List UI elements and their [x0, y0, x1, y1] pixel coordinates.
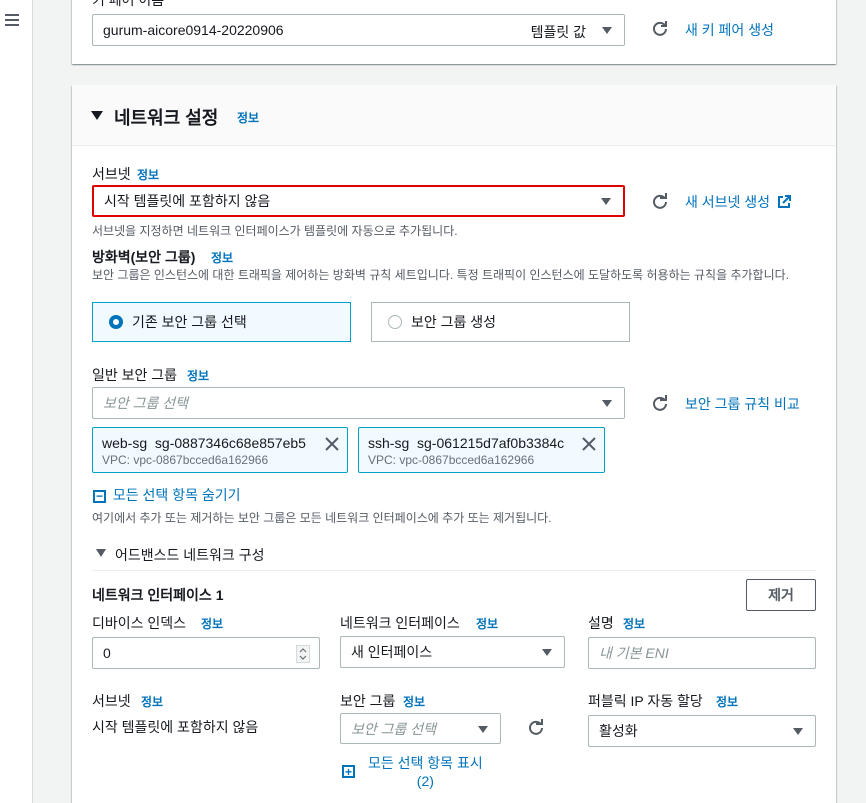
common-sg-info-link[interactable]: 정보: [187, 367, 209, 384]
common-sg-label: 일반 보안 그룹: [92, 367, 178, 383]
device-index-info-link[interactable]: 정보: [201, 615, 223, 632]
chevron-down-icon: [478, 726, 488, 733]
remove-button[interactable]: 제거: [746, 579, 816, 611]
keypair-select[interactable]: gurum-aicore0914-20220906 템플릿 값: [92, 14, 625, 46]
refresh-icon[interactable]: [651, 20, 669, 38]
sg-token-title: web-sg sg-0887346c68e857eb5: [102, 435, 306, 451]
description-info-link[interactable]: 정보: [623, 615, 645, 632]
eni-sg-select[interactable]: 보안 그룹 선택: [340, 713, 501, 744]
eni-sg-info-link[interactable]: 정보: [403, 693, 425, 710]
keypair-value: gurum-aicore0914-20220906: [103, 22, 284, 38]
chevron-down-icon: [601, 198, 611, 205]
existing-sg-label: 기존 보안 그룹 선택: [132, 314, 247, 330]
sg-token-title: ssh-sg sg-061215d7af0b3384c: [368, 435, 565, 451]
public-ip-label: 퍼블릭 IP 자동 할당: [588, 693, 703, 709]
device-index-label: 디바이스 인덱스: [92, 615, 187, 631]
eni-sg-placeholder: 보안 그룹 선택: [351, 720, 437, 737]
ni-info-link[interactable]: 정보: [476, 615, 498, 632]
eni-subnet-label: 서브넷: [92, 693, 131, 709]
refresh-icon[interactable]: [527, 719, 545, 737]
keypair-label: 키 페어 이름: [92, 0, 165, 8]
device-index-value: 0: [103, 645, 111, 661]
ni-select[interactable]: 새 인터페이스: [340, 636, 565, 668]
existing-sg-option[interactable]: 기존 보안 그룹 선택: [92, 302, 351, 342]
hide-all-selections-link[interactable]: − 모든 선택 항목 숨기기: [93, 485, 240, 505]
public-ip-value: 활성화: [599, 723, 638, 739]
eni-subnet-info-link[interactable]: 정보: [141, 693, 163, 710]
chevron-down-icon: [602, 27, 612, 34]
ni-label: 네트워크 인터페이스: [340, 615, 460, 631]
close-icon[interactable]: [325, 437, 339, 451]
eni-title: 네트워크 인터페이스 1: [92, 587, 224, 603]
chevron-down-icon: [542, 649, 552, 656]
description-label: 설명: [588, 615, 614, 631]
firewall-description: 보안 그룹은 인스턴스에 대한 트래픽을 제어하는 방화벽 규칙 세트입니다. …: [92, 268, 790, 282]
refresh-icon[interactable]: [651, 193, 669, 211]
radio-selected[interactable]: [109, 315, 123, 329]
create-sg-label: 보안 그룹 생성: [411, 314, 497, 330]
description-input[interactable]: 내 기본 ENI: [588, 637, 816, 669]
advanced-network-title[interactable]: 어드밴스드 네트워크 구성: [115, 545, 264, 565]
sg-token[interactable]: web-sg sg-0887346c68e857eb5 VPC: vpc-086…: [92, 427, 348, 473]
menu-icon[interactable]: [5, 14, 19, 26]
keypair-card: 키 페어 이름 gurum-aicore0914-20220906 템플릿 값 …: [72, 0, 836, 64]
create-keypair-link[interactable]: 새 키 페어 생성: [685, 20, 774, 40]
chevron-down-icon: [602, 400, 612, 407]
create-subnet-label: 새 서브넷 생성: [685, 194, 771, 210]
caret-down-icon[interactable]: [96, 549, 106, 558]
collapse-icon: −: [93, 489, 106, 503]
firewall-label: 방화벽(보안 그룹): [92, 249, 196, 265]
public-ip-select[interactable]: 활성화: [588, 715, 816, 747]
device-index-input[interactable]: 0: [92, 637, 320, 669]
side-rail: [0, 0, 33, 803]
eni-sg-label: 보안 그룹: [340, 693, 396, 709]
chevron-down-icon: [793, 728, 803, 735]
external-link-icon: [777, 195, 791, 208]
common-sg-placeholder: 보안 그룹 선택: [103, 395, 189, 411]
firewall-info-link[interactable]: 정보: [211, 249, 233, 266]
public-ip-info-link[interactable]: 정보: [716, 693, 738, 710]
network-info-link[interactable]: 정보: [237, 109, 259, 126]
compare-sg-rules-link[interactable]: 보안 그룹 규칙 비교: [685, 394, 800, 414]
eni-subnet-value: 시작 템플릿에 포함하지 않음: [92, 719, 259, 735]
sg-footer-text: 여기에서 추가 또는 제거하는 보안 그룹은 모든 네트워크 인터페이스에 추가…: [92, 511, 552, 525]
sg-token-vpc: VPC: vpc-0867bcced6a162966: [102, 453, 269, 467]
expand-icon[interactable]: +: [342, 765, 355, 778]
create-sg-option[interactable]: 보안 그룹 생성: [371, 302, 630, 342]
ni-value: 새 인터페이스: [351, 644, 433, 660]
stepper-icon[interactable]: [296, 645, 310, 663]
refresh-icon[interactable]: [651, 395, 669, 413]
description-placeholder: 내 기본 ENI: [599, 645, 669, 661]
sg-token-vpc: VPC: vpc-0867bcced6a162966: [368, 453, 535, 467]
subnet-label: 서브넷: [92, 166, 131, 182]
create-subnet-link[interactable]: 새 서브넷 생성: [685, 192, 791, 212]
common-sg-select[interactable]: 보안 그룹 선택: [92, 387, 625, 419]
close-icon[interactable]: [582, 437, 596, 451]
network-title: 네트워크 설정: [114, 108, 219, 128]
subnet-value: 시작 템플릿에 포함하지 않음: [104, 193, 271, 209]
divider: [92, 570, 816, 571]
show-all-selections-link[interactable]: 모든 선택 항목 표시 (2): [368, 754, 483, 790]
subnet-help-text: 서브넷을 지정하면 네트워크 인터페이스가 템플릿에 자동으로 추가됩니다.: [92, 224, 458, 238]
network-settings-card: 네트워크 설정 정보 서브넷 정보 시작 템플릿에 포함하지 않음 새 서브넷 …: [72, 85, 836, 803]
subnet-select[interactable]: 시작 템플릿에 포함하지 않음: [92, 185, 625, 217]
sg-token[interactable]: ssh-sg sg-061215d7af0b3384c VPC: vpc-086…: [358, 427, 605, 473]
template-value-badge: 템플릿 값: [530, 24, 586, 40]
caret-down-icon[interactable]: [91, 111, 103, 121]
radio-unselected[interactable]: [388, 315, 402, 329]
subnet-info-link[interactable]: 정보: [137, 166, 159, 183]
